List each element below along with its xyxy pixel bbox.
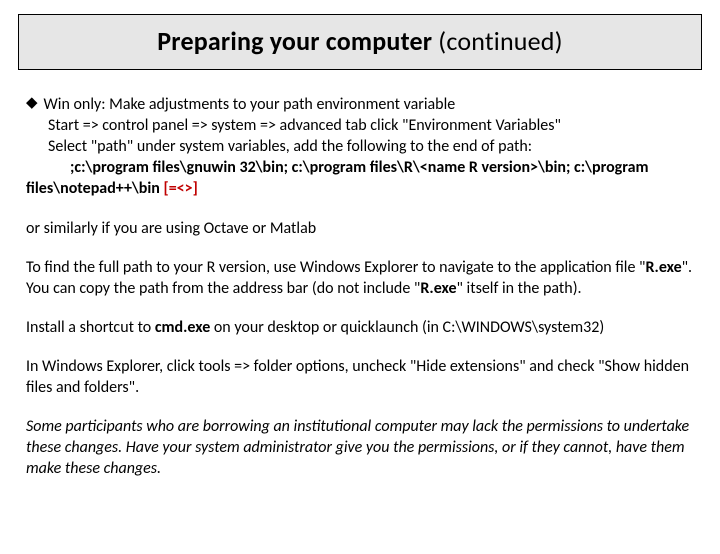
bullet-item: ◆ Win only: Make adjustments to your pat… [26, 94, 694, 115]
path-append-line2a: files\notepad++\bin [26, 179, 164, 198]
shortcut-text-b: on your desktop or quicklaunch (in C:\WI… [210, 318, 604, 337]
title-bold: Preparing your computer [157, 25, 438, 57]
permissions-note: Some participants who are borrowing an i… [26, 416, 694, 479]
path-append-line1: ;c:\program files\gnuwin 32\bin; c:\prog… [26, 157, 694, 178]
path-append-line2: files\notepad++\bin [=<>] [26, 178, 694, 199]
octave-note: or similarly if you are using Octave or … [26, 218, 694, 239]
cmd-exe: cmd.exe [155, 318, 210, 337]
explorer-paragraph: In Windows Explorer, click tools => fold… [26, 356, 694, 398]
select-instruction: Select "path" under system variables, ad… [26, 136, 694, 157]
rpath-text-a: To find the full path to your R version,… [26, 258, 645, 277]
title-bar: Preparing your computer (continued) [18, 14, 702, 70]
shortcut-text-a: Install a shortcut to [26, 318, 155, 337]
page-title: Preparing your computer (continued) [157, 25, 563, 57]
rpath-paragraph: To find the full path to your R version,… [26, 257, 694, 299]
diamond-bullet-icon: ◆ [26, 94, 38, 114]
nav-path-line: Start => control panel => system => adva… [26, 115, 694, 136]
shortcut-paragraph: Install a shortcut to cmd.exe on your de… [26, 317, 694, 338]
content-body: ◆ Win only: Make adjustments to your pat… [0, 70, 720, 480]
bullet-lead: Win only: Make adjustments to your path … [44, 94, 456, 115]
rexe-2: R.exe [420, 279, 456, 298]
rexe-1: R.exe [645, 258, 681, 277]
title-plain: (continued) [438, 25, 562, 57]
rpath-text-c: " itself in the path). [457, 279, 582, 298]
path-red-marker: [=<>] [164, 179, 198, 198]
